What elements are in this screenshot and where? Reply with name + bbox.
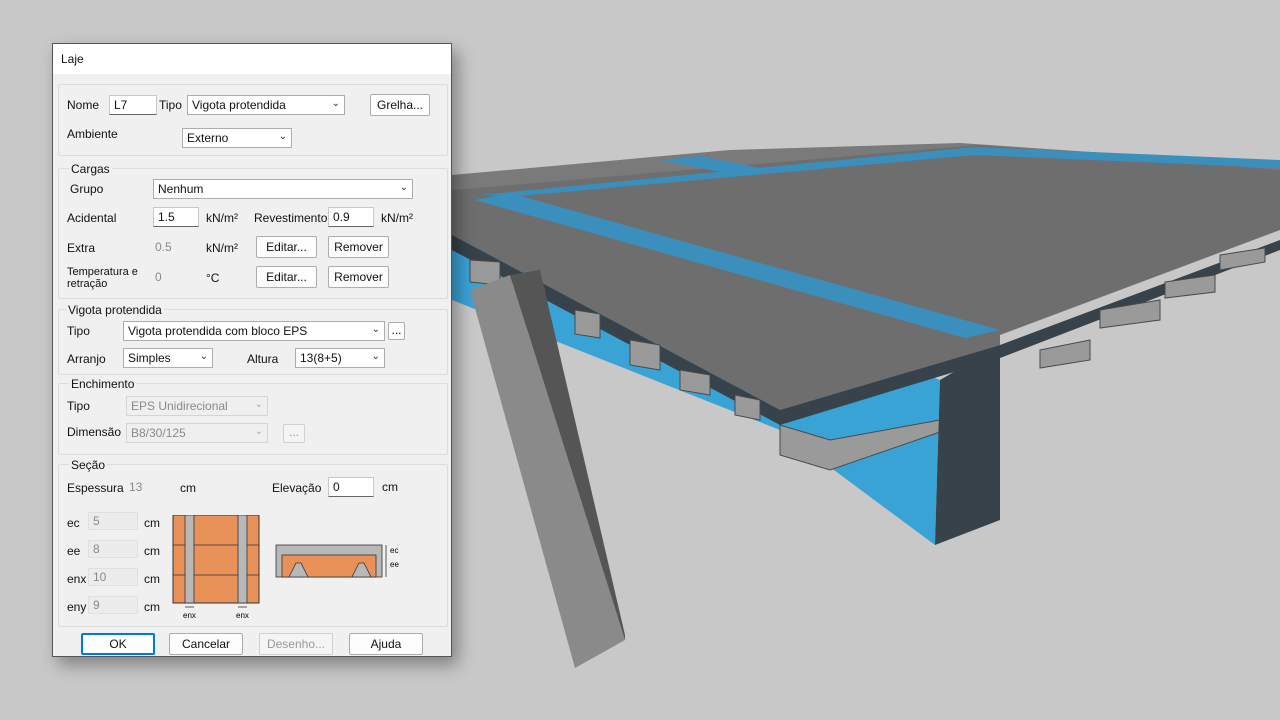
ambiente-select[interactable]: Externo ⌄ (182, 128, 292, 148)
laje-dialog: Laje Nome L7 Tipo Vigota protendida ⌄ Gr… (52, 43, 452, 657)
slab-plan-diagram: enx enx (172, 515, 260, 620)
nome-input[interactable]: L7 (109, 95, 157, 115)
extra-label: Extra (67, 241, 96, 255)
ambiente-select-value: Externo (187, 131, 229, 145)
ec-value: 5 (88, 512, 138, 530)
acidental-input[interactable]: 1.5 (153, 207, 199, 227)
temperatura-unit: °C (206, 271, 220, 285)
enchimento-tipo-label: Tipo (67, 399, 90, 413)
diagram-ec-label: ec (390, 546, 398, 555)
vigota-tipo-select[interactable]: Vigota protendida com bloco EPS ⌄ (123, 321, 385, 341)
arranjo-select-value: Simples (128, 351, 171, 365)
chevron-down-icon: ⌄ (278, 131, 287, 142)
chevron-down-icon: ⌄ (254, 426, 263, 437)
enchimento-group-title: Enchimento (69, 377, 137, 391)
ec-unit: cm (144, 516, 160, 530)
grupo-select-value: Nenhum (158, 182, 204, 196)
slab-section-diagram: ec ee (275, 544, 399, 578)
secao-group-title: Seção (69, 458, 108, 472)
elevacao-unit: cm (382, 480, 398, 494)
extra-editar-button[interactable]: Editar... (256, 236, 317, 258)
revestimento-label: Revestimento (254, 211, 328, 225)
chevron-down-icon: ⌄ (199, 351, 208, 362)
vigota-group-title: Vigota protendida (66, 303, 164, 317)
temperatura-remover-button[interactable]: Remover (328, 266, 389, 288)
tipo-select-value: Vigota protendida (192, 98, 286, 112)
desenho-button[interactable]: Desenho... (259, 633, 333, 655)
chevron-down-icon: ⌄ (399, 182, 408, 193)
enx-unit: cm (144, 572, 160, 586)
nome-label: Nome (67, 98, 100, 112)
altura-select-value: 13(8+5) (300, 351, 342, 365)
extra-remover-button[interactable]: Remover (328, 236, 389, 258)
ajuda-button[interactable]: Ajuda (349, 633, 423, 655)
revestimento-input[interactable]: 0.9 (328, 207, 374, 227)
temperatura-editar-button[interactable]: Editar... (256, 266, 317, 288)
elevacao-label: Elevação (272, 481, 322, 495)
temperatura-label: Temperatura e retração (67, 266, 138, 290)
revestimento-unit: kN/m² (381, 211, 413, 225)
eny-unit: cm (144, 600, 160, 614)
tipo-label: Tipo (159, 98, 182, 112)
ec-label: ec (67, 516, 80, 530)
eny-label: eny (67, 600, 87, 614)
grelha-button[interactable]: Grelha... (370, 94, 430, 116)
ee-label: ee (67, 544, 81, 558)
diagram-enx-label-right: enx (236, 611, 249, 620)
cargas-group: Cargas Grupo Nenhum ⌄ Acidental 1.5 kN/m… (58, 162, 448, 299)
ambiente-label: Ambiente (67, 127, 118, 141)
eny-value: 9 (88, 596, 138, 614)
vigota-group: Vigota protendida Tipo Vigota protendida… (58, 303, 448, 375)
espessura-value: 13 (129, 480, 143, 494)
grupo-select[interactable]: Nenhum ⌄ (153, 179, 413, 199)
enchimento-tipo-select[interactable]: EPS Unidirecional ⌄ (126, 396, 268, 416)
ee-value: 8 (88, 540, 138, 558)
altura-select[interactable]: 13(8+5) ⌄ (295, 348, 385, 368)
extra-value: 0.5 (155, 240, 172, 254)
extra-unit: kN/m² (206, 241, 238, 255)
dialog-titlebar: Laje (53, 44, 451, 74)
enx-label: enx (67, 572, 87, 586)
dimensao-label: Dimensão (67, 425, 122, 439)
diagram-enx-label-left: enx (183, 611, 196, 620)
temperatura-value: 0 (155, 270, 162, 284)
dimensao-more-button[interactable]: ... (283, 424, 305, 443)
ok-button[interactable]: OK (81, 633, 155, 655)
joist-plan-right (237, 515, 248, 604)
espessura-label: Espessura (67, 481, 124, 495)
arranjo-label: Arranjo (67, 352, 106, 366)
chevron-down-icon: ⌄ (371, 351, 380, 362)
enchimento-group: Enchimento Tipo EPS Unidirecional ⌄ Dime… (58, 377, 448, 455)
vigota-tipo-label: Tipo (67, 324, 90, 338)
grupo-label: Grupo (70, 182, 104, 196)
general-group: Nome L7 Tipo Vigota protendida ⌄ Grelha.… (58, 84, 448, 156)
dialog-title: Laje (61, 52, 84, 66)
chevron-down-icon: ⌄ (254, 399, 263, 410)
arranjo-select[interactable]: Simples ⌄ (123, 348, 213, 368)
espessura-unit: cm (180, 481, 196, 495)
tipo-select[interactable]: Vigota protendida ⌄ (187, 95, 345, 115)
acidental-label: Acidental (67, 211, 117, 225)
secao-group: Seção Espessura 13 cm Elevação 0 cm ec 5… (58, 458, 448, 627)
ee-unit: cm (144, 544, 160, 558)
dimensao-select-value: B8/30/125 (131, 426, 186, 440)
enx-value: 10 (88, 568, 138, 586)
diagram-ee-label: ee (390, 560, 399, 569)
chevron-down-icon: ⌄ (331, 98, 340, 109)
acidental-unit: kN/m² (206, 211, 238, 225)
altura-label: Altura (247, 352, 279, 366)
enchimento-tipo-select-value: EPS Unidirecional (131, 399, 228, 413)
vigota-tipo-select-value: Vigota protendida com bloco EPS (128, 324, 308, 338)
elevacao-input[interactable]: 0 (328, 477, 374, 497)
dimensao-select[interactable]: B8/30/125 ⌄ (126, 423, 268, 443)
chevron-down-icon: ⌄ (371, 324, 380, 335)
cancelar-button[interactable]: Cancelar (169, 633, 243, 655)
joist-plan-left (184, 515, 195, 604)
cargas-group-title: Cargas (69, 162, 112, 176)
vigota-more-button[interactable]: ... (388, 322, 405, 340)
